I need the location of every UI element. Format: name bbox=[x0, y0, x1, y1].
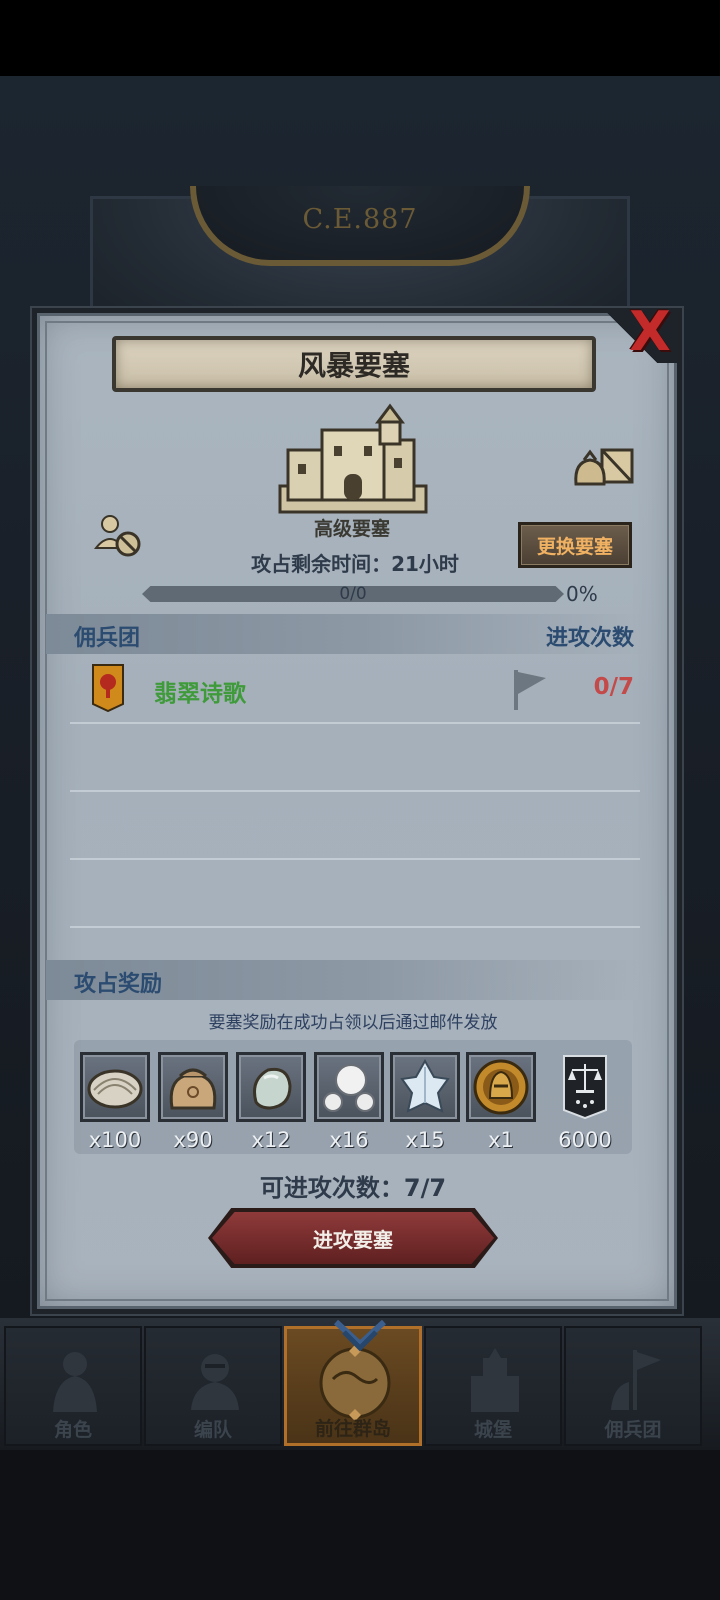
row-divider bbox=[70, 722, 640, 724]
mercenary-attack-count: 0/7 bbox=[593, 674, 634, 700]
row-divider bbox=[70, 926, 640, 928]
reward-note: 要塞奖励在成功占领以后通过邮件发放 bbox=[208, 1013, 498, 1033]
nav-label: 前往群岛 bbox=[314, 1418, 391, 1440]
reward-slot bbox=[390, 1052, 460, 1122]
oyster-icon bbox=[87, 1069, 143, 1109]
nav-label: 角色 bbox=[53, 1419, 92, 1441]
status-bar bbox=[0, 0, 720, 76]
reward-slot bbox=[158, 1052, 228, 1122]
reward-slot bbox=[550, 1052, 620, 1122]
scales-banner-icon bbox=[563, 1055, 607, 1120]
dialog-title: 风暴要塞 bbox=[112, 336, 596, 392]
jade-stone-icon bbox=[253, 1067, 292, 1110]
reward-item-pearls[interactable]: x16 bbox=[314, 1052, 384, 1152]
close-button[interactable]: X bbox=[622, 304, 678, 360]
reward-header: 攻占奖励 bbox=[74, 972, 163, 997]
reward-qty: x90 bbox=[173, 1128, 213, 1152]
reward-item-sack[interactable]: x90 bbox=[158, 1052, 228, 1152]
row-divider bbox=[70, 858, 640, 860]
reward-qty: x100 bbox=[88, 1128, 142, 1152]
reward-slot bbox=[314, 1052, 384, 1122]
progress-percent: 0% bbox=[566, 582, 598, 606]
chevron-down-icon bbox=[333, 1319, 387, 1352]
knight-medal-icon bbox=[473, 1059, 529, 1115]
remaining-time: 攻占剩余时间：21小时 bbox=[251, 552, 459, 576]
nav-tab-mercenary[interactable]: 佣兵团 bbox=[564, 1326, 702, 1446]
reward-slot bbox=[236, 1052, 306, 1122]
nav-tab-castle[interactable]: 城堡 bbox=[424, 1326, 562, 1446]
progress-text: 0/0 bbox=[339, 584, 367, 604]
reward-item-jade[interactable]: x12 bbox=[236, 1052, 306, 1152]
reward-slot bbox=[466, 1052, 536, 1122]
pearls-icon bbox=[323, 1064, 375, 1112]
attack-count-header: 进攻次数 bbox=[545, 626, 634, 651]
nav-tab-formation[interactable]: 编队 bbox=[144, 1326, 282, 1446]
supply-crate-icon[interactable] bbox=[572, 440, 636, 490]
reward-slot bbox=[80, 1052, 150, 1122]
nav-tab-character[interactable]: 角色 bbox=[4, 1326, 142, 1446]
mercenary-row[interactable]: 翡翠诗歌 0/7 bbox=[70, 662, 640, 720]
change-fortress-button[interactable]: 更换要塞 bbox=[518, 522, 632, 568]
nav-label: 城堡 bbox=[473, 1419, 512, 1441]
nav-label: 编队 bbox=[193, 1419, 232, 1441]
row-divider bbox=[70, 790, 640, 792]
attack-fortress-button[interactable]: 进攻要塞 bbox=[212, 1212, 494, 1264]
reward-item-medal[interactable]: x1 bbox=[466, 1052, 536, 1152]
reward-item-contribution[interactable]: 6000 bbox=[550, 1052, 620, 1152]
mercenary-name: 翡翠诗歌 bbox=[154, 681, 246, 707]
knight-icon bbox=[53, 1352, 97, 1412]
reward-item-crystal[interactable]: x15 bbox=[390, 1052, 460, 1152]
mercenary-banner-icon bbox=[92, 664, 124, 712]
castle-icon bbox=[471, 1348, 519, 1412]
reward-item-oyster[interactable]: x100 bbox=[80, 1052, 150, 1152]
armor-icon bbox=[191, 1354, 239, 1410]
reward-qty: x1 bbox=[488, 1128, 514, 1152]
reward-qty: 6000 bbox=[558, 1128, 612, 1152]
available-attacks: 可进攻次数：7/7 bbox=[259, 1174, 447, 1202]
crystal-icon bbox=[400, 1059, 450, 1113]
mercenary-icon bbox=[611, 1350, 661, 1410]
sack-icon bbox=[169, 1068, 217, 1110]
nav-label: 佣兵团 bbox=[604, 1419, 662, 1441]
fortress-castle-icon bbox=[278, 403, 428, 514]
mercenary-header: 佣兵团 bbox=[74, 626, 141, 651]
fortress-level: 高级要塞 bbox=[313, 518, 390, 540]
flag-icon bbox=[514, 670, 546, 710]
bottom-base bbox=[0, 1450, 720, 1600]
no-user-icon bbox=[94, 515, 141, 557]
reward-qty: x12 bbox=[251, 1128, 291, 1152]
era-label: C.E.887 bbox=[302, 204, 418, 235]
